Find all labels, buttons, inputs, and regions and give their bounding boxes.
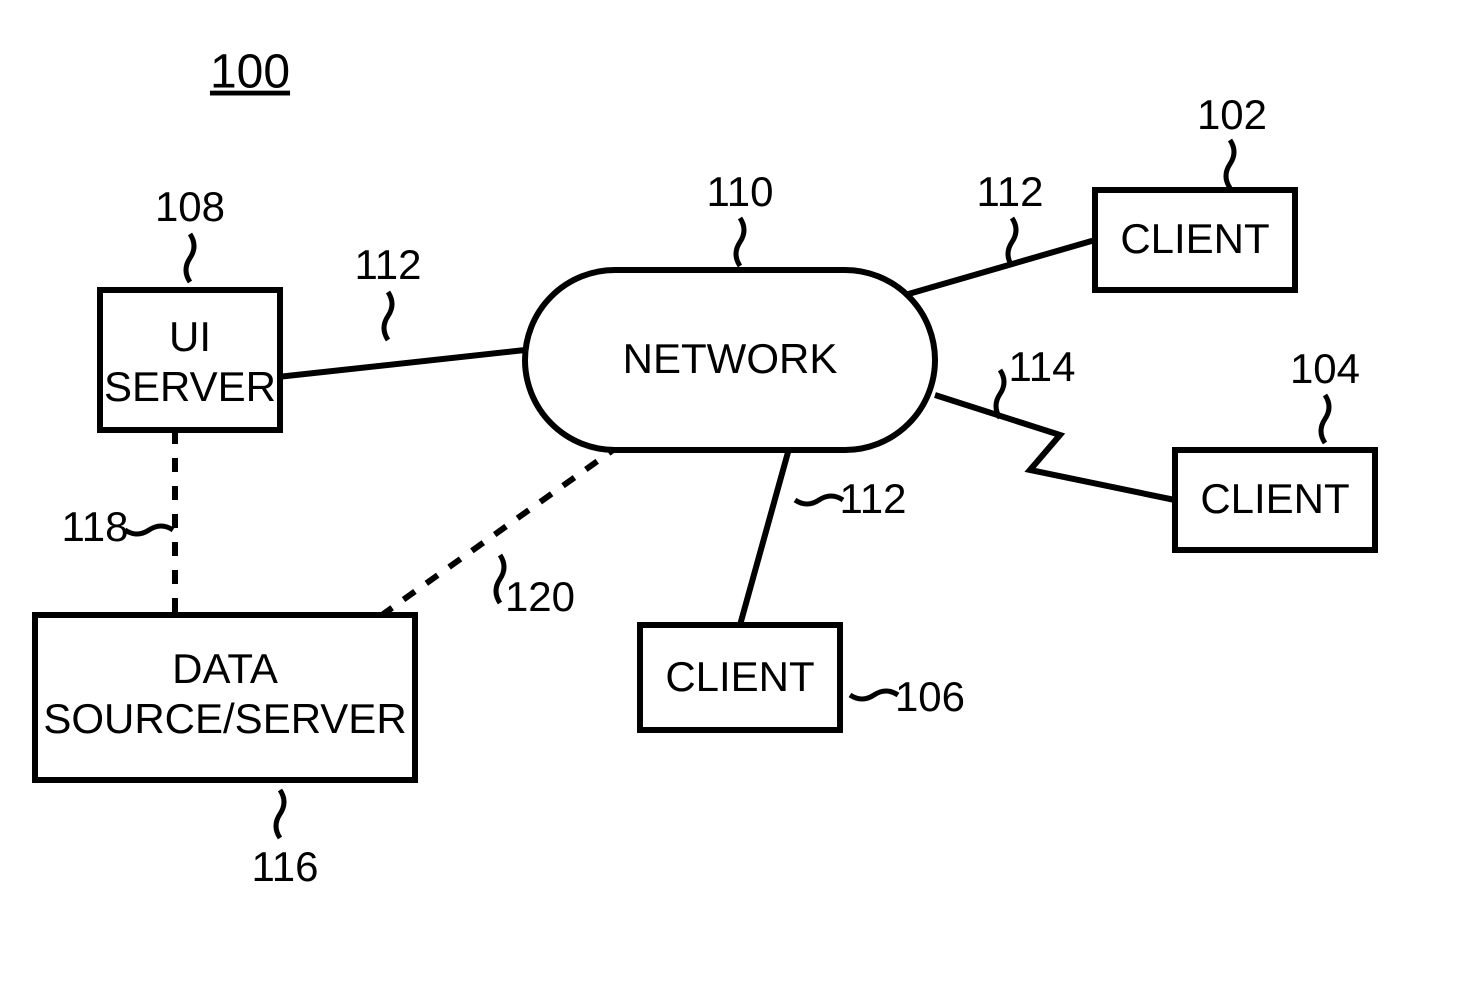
ui-server-label-line1: UI — [169, 313, 211, 360]
ref-112-top: 112 — [977, 168, 1044, 215]
ref-squiggle-118 — [125, 526, 173, 534]
ref-squiggle-116 — [276, 790, 284, 838]
ref-110: 110 — [707, 168, 774, 215]
ref-116: 116 — [252, 843, 319, 890]
ref-112-left: 112 — [355, 241, 422, 288]
client-bottom-node: CLIENT — [640, 625, 840, 730]
client-top-label: CLIENT — [1120, 215, 1269, 262]
ref-104: 104 — [1290, 345, 1360, 392]
data-source-node: DATA SOURCE/SERVER — [35, 615, 415, 780]
client-bottom-label: CLIENT — [665, 653, 814, 700]
ref-106: 106 — [895, 673, 965, 720]
ref-squiggle-114 — [996, 370, 1004, 418]
ref-squiggle-102 — [1226, 140, 1234, 188]
ui-server-node: UI SERVER — [100, 290, 280, 430]
link-network-to-client-bottom — [740, 445, 790, 625]
link-ui-server-to-network — [250, 350, 525, 380]
network-label: NETWORK — [623, 335, 838, 382]
ref-112-bottom: 112 — [840, 475, 907, 522]
ref-120: 120 — [505, 573, 575, 620]
client-right-node: CLIENT — [1175, 450, 1375, 550]
data-source-label-line1: DATA — [172, 645, 278, 692]
link-network-to-client-top — [905, 240, 1095, 295]
client-top-node: CLIENT — [1095, 190, 1295, 290]
ref-squiggle-112-bottom — [795, 496, 843, 504]
ui-server-label-line2: SERVER — [104, 363, 276, 410]
ref-squiggle-110 — [736, 218, 744, 266]
ref-squiggle-112-top — [1008, 218, 1016, 266]
ref-118: 118 — [62, 503, 129, 550]
ref-108: 108 — [155, 183, 225, 230]
ref-squiggle-108 — [186, 234, 194, 282]
ref-102: 102 — [1197, 91, 1267, 138]
ref-squiggle-104 — [1321, 395, 1329, 443]
data-source-label-line2: SOURCE/SERVER — [43, 695, 406, 742]
ref-114: 114 — [1009, 343, 1076, 390]
diagram-title-ref: 100 — [210, 46, 290, 99]
link-network-to-client-right — [935, 395, 1175, 500]
ref-squiggle-120 — [496, 555, 504, 603]
network-node: NETWORK — [525, 270, 935, 450]
ref-squiggle-112-left — [384, 292, 392, 340]
client-right-label: CLIENT — [1200, 475, 1349, 522]
ref-squiggle-106 — [850, 691, 898, 699]
